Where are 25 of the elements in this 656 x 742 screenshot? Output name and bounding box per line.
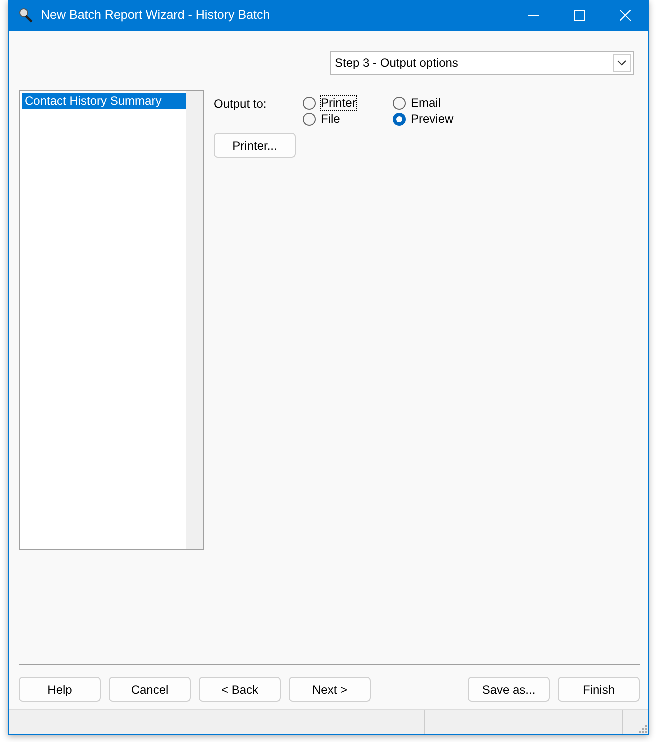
dialog-button[interactable]: Cancel bbox=[109, 677, 191, 702]
maximize-icon[interactable] bbox=[574, 10, 584, 21]
radio-label[interactable]: Email bbox=[410, 95, 442, 111]
output-label: Output to: bbox=[214, 96, 268, 113]
printer-button[interactable]: Printer... bbox=[214, 133, 296, 158]
close-icon[interactable] bbox=[620, 10, 630, 21]
dialog-button[interactable]: Next > bbox=[289, 677, 371, 702]
dialog-button[interactable]: Finish bbox=[558, 677, 640, 702]
radio-label[interactable]: Printer bbox=[320, 95, 358, 111]
window-title: New Batch Report Wizard - History Batch bbox=[41, 7, 270, 24]
wizard-icon bbox=[18, 8, 34, 24]
step-dropdown[interactable]: Step 3 - Output options bbox=[330, 51, 634, 75]
radio-button[interactable] bbox=[393, 112, 406, 126]
radio-button[interactable] bbox=[393, 96, 406, 110]
resize-grip-icon[interactable] bbox=[638, 724, 648, 734]
chevron-down-icon bbox=[617, 60, 627, 66]
list-item[interactable]: Contact History Summary bbox=[22, 93, 186, 109]
radio-label[interactable]: File bbox=[320, 111, 342, 127]
radio-button[interactable] bbox=[303, 96, 316, 110]
dialog-button[interactable]: Help bbox=[19, 677, 101, 702]
radio-button[interactable] bbox=[303, 112, 316, 126]
dialog-button[interactable]: < Back bbox=[199, 677, 281, 702]
scrollbar[interactable] bbox=[186, 91, 203, 549]
dialog-button[interactable]: Save as... bbox=[468, 677, 550, 702]
radio-label[interactable]: Preview bbox=[410, 111, 455, 127]
